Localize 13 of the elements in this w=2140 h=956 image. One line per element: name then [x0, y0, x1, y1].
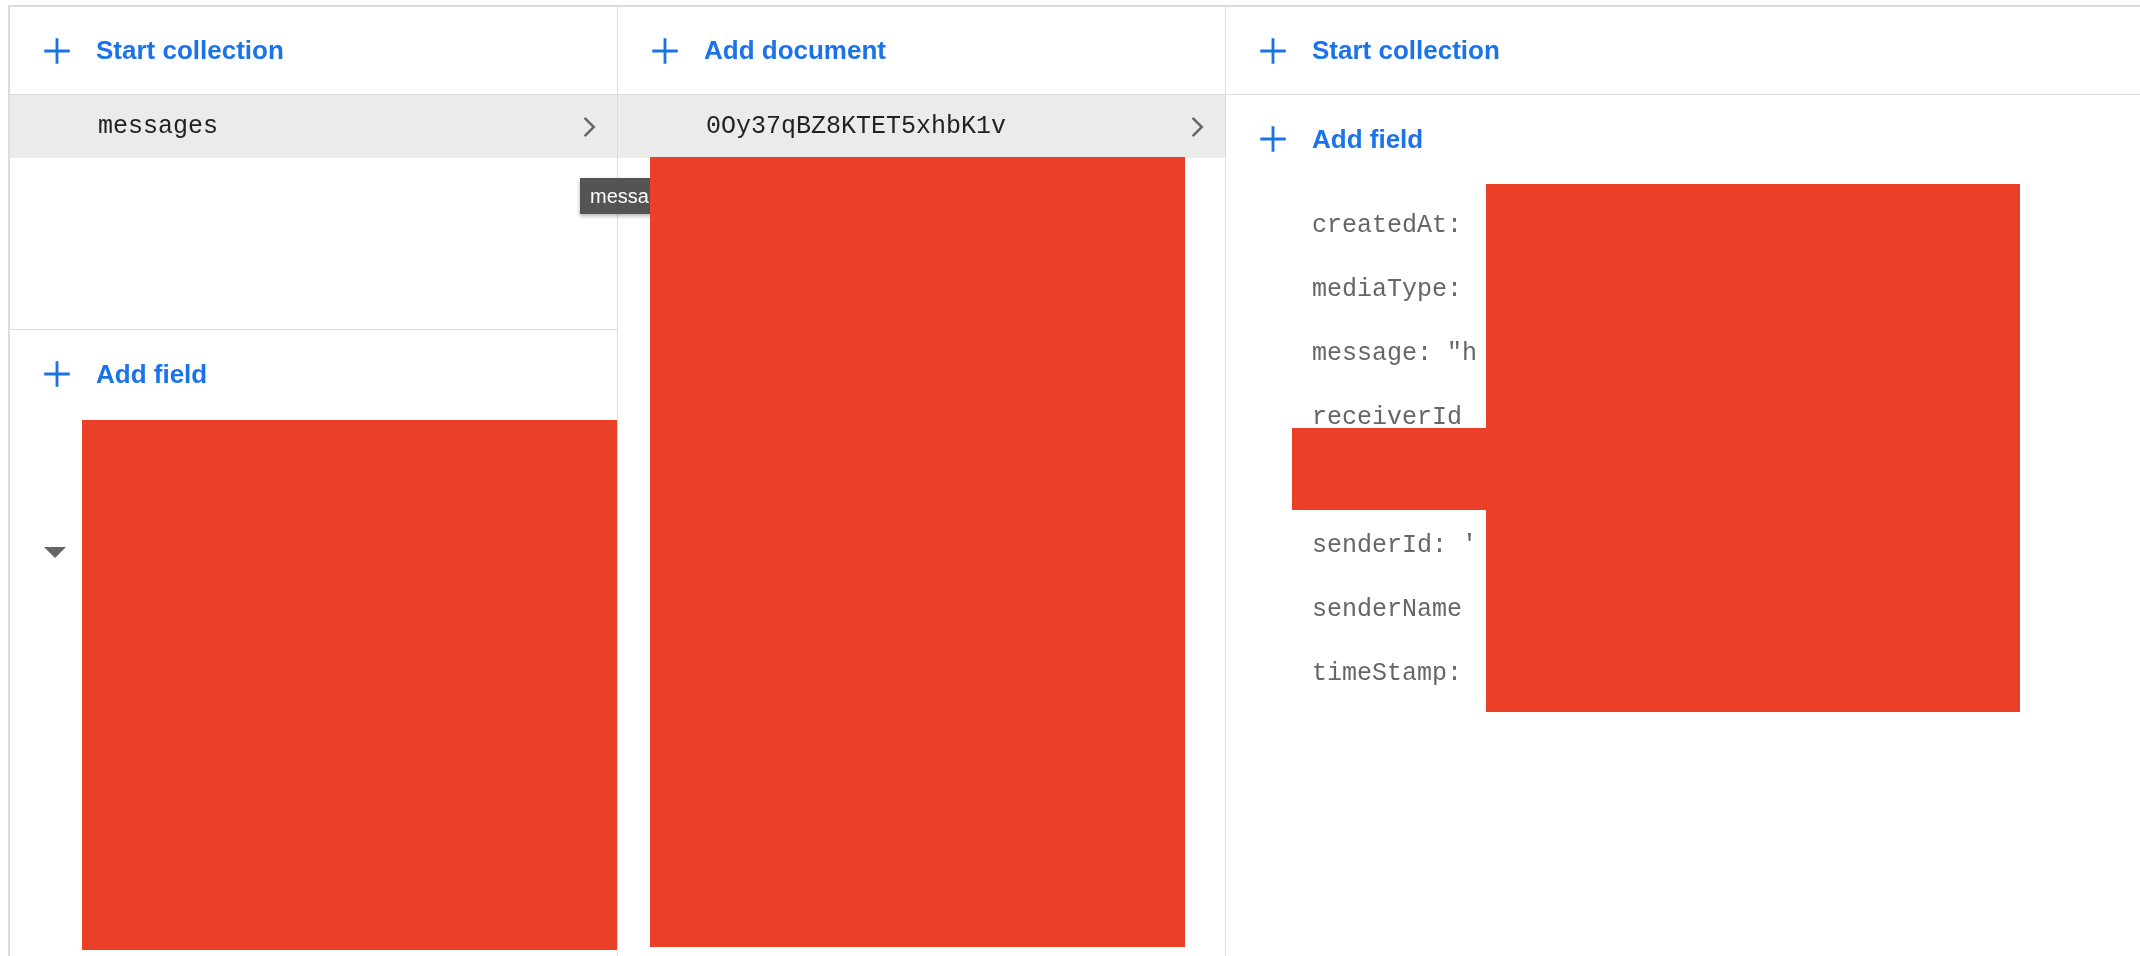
field-text: senderId: ' [1312, 529, 1479, 562]
field-text: mediaType: [1312, 273, 1464, 306]
field-text: timeStamp: [1312, 657, 1464, 690]
field-text: senderName [1312, 593, 1464, 626]
add-field-button[interactable]: Add field [10, 330, 617, 418]
start-collection-button[interactable]: Start collection [1226, 7, 2140, 95]
caret-down-icon[interactable] [44, 547, 66, 559]
field-text: receiverId [1312, 401, 1464, 434]
list-item[interactable]: messages [10, 95, 617, 158]
add-field-button[interactable]: Add field [1226, 95, 2140, 183]
list-item[interactable]: 0Oy37qBZ8KTET5xhbK1v [618, 95, 1225, 158]
field-text: message: "h [1312, 337, 1479, 370]
field-text: createdAt: [1312, 209, 1464, 242]
